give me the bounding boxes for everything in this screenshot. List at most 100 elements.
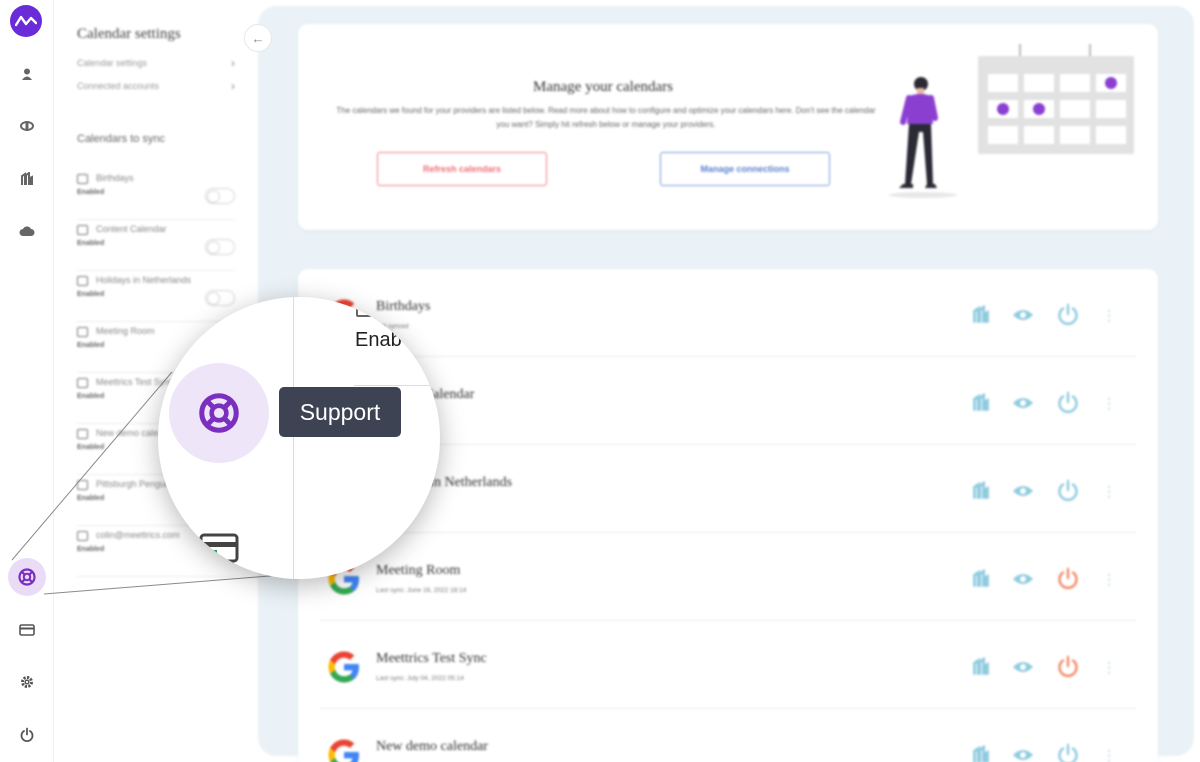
calendar-icon xyxy=(77,378,88,388)
building-icon[interactable] xyxy=(15,167,39,191)
more-options-icon[interactable]: ⋮ xyxy=(1102,660,1116,674)
sync-item-name: colin@meettrics.com xyxy=(96,530,180,540)
more-options-icon[interactable]: ⋮ xyxy=(1102,748,1116,762)
power-toggle-icon[interactable] xyxy=(1056,303,1080,327)
calendar-icon xyxy=(77,327,88,337)
sync-item-status: Enabled xyxy=(77,240,105,247)
manage-connections-button[interactable]: Manage connections xyxy=(660,152,830,186)
sync-item-name: Meeting Room xyxy=(96,326,155,336)
power-toggle-icon[interactable] xyxy=(1056,743,1080,762)
eye-icon[interactable] xyxy=(1012,484,1034,498)
sync-item-status: Enabled xyxy=(77,189,105,196)
calendar-icon xyxy=(77,531,88,541)
sync-toggle[interactable] xyxy=(205,290,235,306)
sync-item-status: Enabled xyxy=(77,546,105,553)
support-button[interactable] xyxy=(8,558,46,596)
sync-item-status: Enabled xyxy=(77,444,105,451)
app-logo-icon[interactable] xyxy=(10,5,42,37)
building-icon[interactable] xyxy=(972,569,990,589)
calendar-icon xyxy=(77,276,88,286)
sync-item-birthdays: Birthdays Enabled xyxy=(77,172,235,220)
panel-title: Calendar settings xyxy=(77,26,181,42)
power-toggle-icon[interactable] xyxy=(1056,567,1080,591)
calendar-icon xyxy=(77,174,88,184)
calendar-row-name: Birthdays xyxy=(376,299,431,314)
calendar-row-name: New demo calendar xyxy=(376,739,488,754)
sync-item-status: Enabled xyxy=(77,342,105,349)
nav-link-label: Calendar settings xyxy=(77,58,148,68)
eye-icon[interactable] xyxy=(1012,308,1034,322)
user-icon[interactable] xyxy=(15,62,39,86)
sync-item-name: Birthdays xyxy=(96,173,134,183)
power-toggle-icon[interactable] xyxy=(1056,655,1080,679)
billing-card-icon xyxy=(199,533,239,563)
row-actions: ⋮ xyxy=(972,303,1116,327)
more-options-icon[interactable]: ⋮ xyxy=(1102,308,1116,322)
billing-card-icon[interactable] xyxy=(15,618,39,642)
divider xyxy=(354,385,440,386)
sync-toggle[interactable] xyxy=(205,239,235,255)
more-options-icon[interactable]: ⋮ xyxy=(1102,572,1116,586)
more-options-icon[interactable]: ⋮ xyxy=(1102,484,1116,498)
sync-item-name: Meettrics Test Sync xyxy=(96,377,174,387)
hero-title: Manage your calendars xyxy=(533,79,673,95)
sync-item-name: Holidays in Netherlands xyxy=(96,275,192,285)
magnified-enabled-text: Enab xyxy=(355,329,402,351)
sync-item-content-calendar: Content Calendar Enabled xyxy=(77,223,235,271)
nav-link-connected-accounts[interactable]: Connected accounts › xyxy=(77,79,235,93)
eye-icon[interactable] xyxy=(1012,396,1034,410)
power-toggle-icon[interactable] xyxy=(1056,479,1080,503)
calendar-row-name: Meettrics Test Sync xyxy=(376,651,487,666)
gear-icon[interactable] xyxy=(15,670,39,694)
calendar-icon xyxy=(77,480,88,490)
calendar-row: Birthdays Not synced ⋮ xyxy=(320,269,1136,357)
meetings-icon[interactable] xyxy=(15,114,39,138)
calendar-list: BirthdaysNot synced⋮Content Calendar⋮Hol… xyxy=(298,269,1158,762)
building-icon[interactable] xyxy=(972,745,990,762)
manage-calendars-card: Manage your calendars The calendars we f… xyxy=(298,24,1158,230)
nav-link-label: Connected accounts xyxy=(77,81,160,91)
section-title: Calendars to sync xyxy=(77,133,166,145)
calendar-illustration xyxy=(978,44,1134,154)
calendar-row: New demo calendar ⋮ xyxy=(320,709,1136,762)
row-actions: ⋮ xyxy=(972,479,1116,503)
eye-icon[interactable] xyxy=(1012,572,1034,586)
sync-item-status: Enabled xyxy=(77,495,105,502)
divider xyxy=(293,297,294,579)
building-icon[interactable] xyxy=(972,305,990,325)
chevron-right-icon: › xyxy=(231,56,235,70)
building-icon[interactable] xyxy=(972,657,990,677)
lifebuoy-icon xyxy=(199,393,239,433)
sync-item-name: Content Calendar xyxy=(96,224,167,234)
building-icon[interactable] xyxy=(972,393,990,413)
refresh-calendars-button[interactable]: Refresh calendars xyxy=(377,152,547,186)
power-toggle-icon[interactable] xyxy=(1056,391,1080,415)
icon-rail xyxy=(0,0,54,762)
calendar-icon xyxy=(77,429,88,439)
collapse-panel-button[interactable]: ← xyxy=(244,24,272,52)
nav-link-calendar-settings[interactable]: Calendar settings › xyxy=(77,56,235,70)
google-icon xyxy=(326,737,362,762)
calendar-row-sync: Last sync: July 04, 2022 05:14 xyxy=(376,675,464,682)
cloud-icon[interactable] xyxy=(15,219,39,243)
eye-icon[interactable] xyxy=(1012,660,1034,674)
sync-item-holidays: Holidays in Netherlands Enabled xyxy=(77,274,235,322)
eye-icon[interactable] xyxy=(1012,748,1034,762)
calendar-row: Meeting Room Last sync: June 16, 2022 18:… xyxy=(320,533,1136,621)
row-actions: ⋮ xyxy=(972,567,1116,591)
google-icon xyxy=(326,649,362,685)
calendar-row: Content Calendar⋮ xyxy=(320,357,1136,445)
building-icon[interactable] xyxy=(972,481,990,501)
sync-toggle[interactable] xyxy=(205,188,235,204)
power-icon[interactable] xyxy=(15,723,39,747)
support-tooltip: Support xyxy=(279,387,401,437)
hero-description: The calendars we found for your provider… xyxy=(336,106,876,129)
calendar-icon xyxy=(77,225,88,235)
calendar-row: Meettrics Test Sync Last sync: July 04, 2… xyxy=(320,621,1136,709)
more-options-icon[interactable]: ⋮ xyxy=(1102,396,1116,410)
sync-item-status: Enabled xyxy=(77,291,105,298)
chevron-right-icon: › xyxy=(231,79,235,93)
support-button-magnified[interactable] xyxy=(169,363,269,463)
row-actions: ⋮ xyxy=(972,655,1116,679)
lifebuoy-icon xyxy=(18,568,36,586)
